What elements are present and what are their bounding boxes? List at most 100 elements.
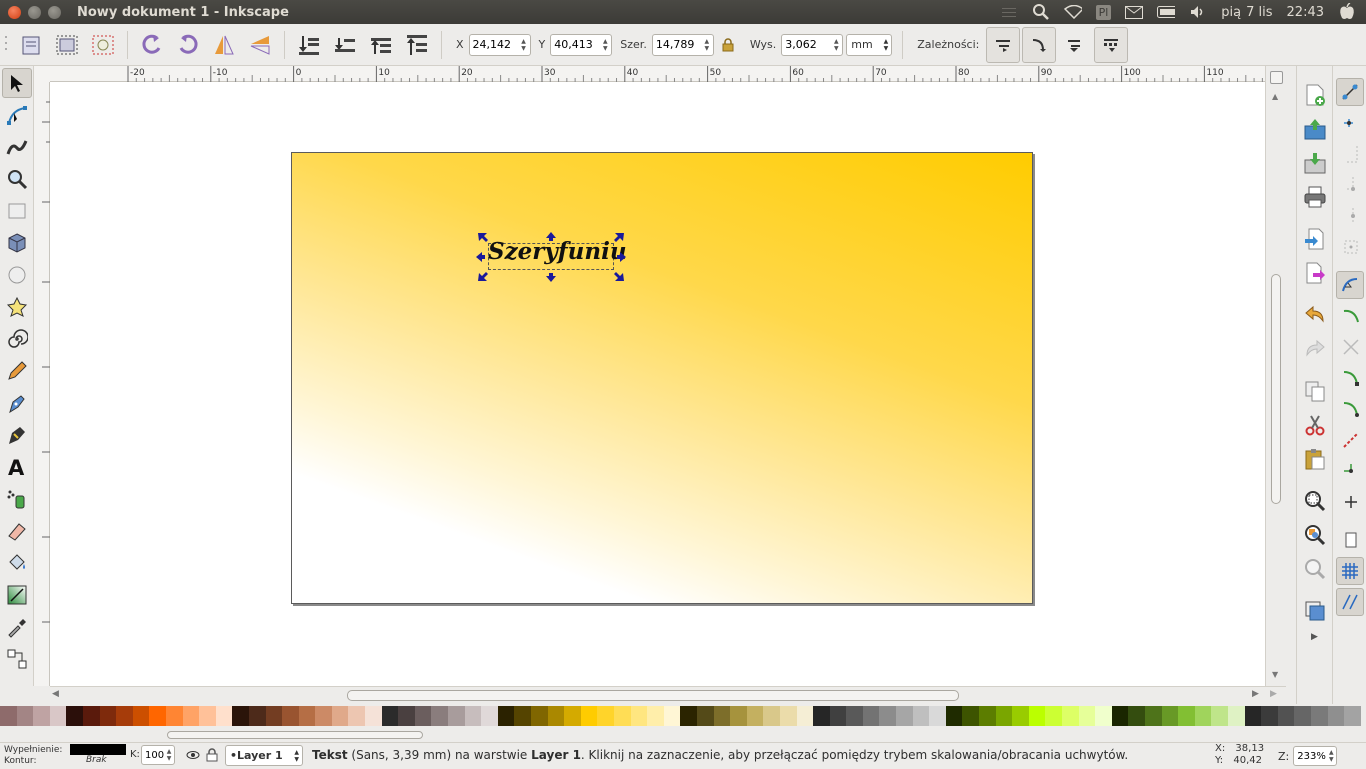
duplicate-icon[interactable] (1300, 376, 1330, 406)
palette-swatch[interactable] (1161, 706, 1179, 726)
palette-swatch[interactable] (99, 706, 117, 726)
transform-patterns-toggle[interactable] (1094, 26, 1129, 63)
snap-bbox-center-icon[interactable] (1336, 233, 1366, 261)
palette-swatch[interactable] (1261, 706, 1278, 726)
palette-swatch[interactable] (945, 706, 963, 726)
stroke-value[interactable]: Brak (86, 755, 107, 765)
eraser-tool[interactable] (2, 516, 32, 546)
rectangle-tool[interactable] (2, 196, 32, 226)
palette-swatch[interactable] (331, 706, 349, 726)
palette-swatch[interactable] (149, 706, 166, 726)
horizontal-ruler[interactable]: -20 -10 0 10 20 30 40 50 60 70 80 90 100 110 (50, 66, 1280, 82)
snap-bbox-midpoint-icon[interactable] (1336, 202, 1366, 230)
scale-stroke-toggle[interactable] (986, 26, 1021, 63)
export-icon[interactable] (1300, 258, 1330, 288)
redo-icon[interactable] (1300, 334, 1330, 364)
palette-swatch[interactable] (796, 706, 814, 726)
palette-swatch[interactable] (232, 706, 249, 726)
vertical-scroll-thumb[interactable] (1271, 274, 1281, 504)
close-window-button[interactable] (8, 5, 21, 19)
palette-swatch[interactable] (647, 706, 664, 726)
flip-horizontal-icon[interactable] (209, 30, 239, 60)
palette-swatch[interactable] (531, 706, 548, 726)
palette-swatch[interactable] (1211, 706, 1228, 726)
palette-swatch[interactable] (315, 706, 332, 726)
palette-swatch[interactable] (116, 706, 133, 726)
undo-icon[interactable] (1300, 300, 1330, 330)
x-spinbox[interactable]: ▲▼ (468, 33, 531, 56)
palette-swatch[interactable] (896, 706, 913, 726)
node-tool[interactable] (2, 100, 32, 130)
connector-tool[interactable] (2, 644, 32, 674)
palette-swatch[interactable] (929, 706, 946, 726)
width-spin-arrows[interactable]: ▲ ▼ (701, 38, 713, 52)
scroll-up-arrow[interactable]: ▲ (1272, 92, 1278, 101)
zoom-corner-button[interactable] (1270, 71, 1283, 84)
palette-swatch[interactable] (713, 706, 731, 726)
palette-swatch[interactable] (547, 706, 565, 726)
text-object-szeryfuniu[interactable]: Szeryfuniu (488, 238, 627, 265)
snap-cusp-nodes-icon[interactable] (1336, 364, 1366, 392)
y-spin-arrows[interactable]: ▲ ▼ (599, 38, 611, 52)
tweak-tool[interactable] (2, 132, 32, 162)
layer-select[interactable]: •Layer 1 ▲ ▼ (225, 745, 303, 766)
horizontal-scroll-thumb[interactable] (347, 690, 959, 701)
unit-select[interactable]: mm ▲ ▼ (846, 33, 893, 56)
dropper-tool[interactable] (2, 612, 32, 642)
palette-swatch[interactable] (481, 706, 498, 726)
vertical-scrollbar[interactable]: ▲ ▼ (1265, 66, 1286, 686)
palette-swatch[interactable] (1144, 706, 1162, 726)
palette-swatch[interactable] (33, 706, 50, 726)
palette-swatch[interactable] (580, 706, 598, 726)
y-spinbox[interactable]: ▲▼ (550, 33, 613, 56)
snap-rotation-center-icon[interactable] (1336, 488, 1366, 516)
snap-grid-icon[interactable] (1336, 557, 1364, 585)
scroll-left-arrow[interactable]: ◀ (52, 689, 59, 699)
grip-handle[interactable] (2, 30, 10, 60)
palette-swatch[interactable] (431, 706, 449, 726)
palette-swatch[interactable] (82, 706, 100, 726)
snap-bbox-edge-icon[interactable] (1336, 140, 1366, 168)
height-spin-arrows[interactable]: ▲ ▼ (830, 38, 842, 52)
pencil-tool[interactable] (2, 356, 32, 386)
palette-swatch[interactable] (414, 706, 432, 726)
palette-scroll-thumb[interactable] (167, 731, 423, 739)
palette-swatch[interactable] (348, 706, 366, 726)
palette-swatch[interactable] (1227, 706, 1245, 726)
more-commands-arrow[interactable]: ▶ (1297, 632, 1332, 642)
rotate-cw-icon[interactable] (173, 30, 203, 60)
raise-icon[interactable] (366, 30, 396, 60)
palette-swatch[interactable] (663, 706, 681, 726)
palette-swatch[interactable] (1310, 706, 1328, 726)
scroll-right-arrow[interactable]: ▶ (1252, 689, 1259, 699)
width-input[interactable] (652, 38, 701, 51)
palette-swatch[interactable] (1277, 706, 1295, 726)
select-all-icon[interactable] (16, 30, 46, 60)
raise-to-top-icon[interactable] (402, 30, 432, 60)
clock-time[interactable]: 22:43 (1287, 5, 1324, 20)
snap-line-midpoints-icon[interactable] (1336, 426, 1366, 454)
palette-swatch[interactable] (514, 706, 531, 726)
palette-swatch[interactable] (497, 706, 515, 726)
scale-corners-toggle[interactable] (1022, 26, 1057, 63)
deselect-icon[interactable] (88, 30, 118, 60)
snap-smooth-nodes-icon[interactable] (1336, 395, 1366, 423)
snap-path-intersection-icon[interactable] (1336, 333, 1366, 361)
width-spinbox[interactable]: ▲▼ (651, 33, 714, 56)
palette-swatch[interactable] (248, 706, 266, 726)
palette-swatch[interactable] (564, 706, 581, 726)
palette-swatch[interactable] (0, 706, 17, 726)
palette-swatch[interactable] (995, 706, 1013, 726)
palette-swatch[interactable] (613, 706, 631, 726)
document-page[interactable] (291, 152, 1033, 604)
ellipse-tool[interactable] (2, 260, 32, 290)
snap-page-border-icon[interactable] (1336, 526, 1366, 554)
palette-swatch[interactable] (398, 706, 415, 726)
battery-icon[interactable] (1157, 5, 1176, 19)
zoom-page-icon[interactable] (1300, 554, 1330, 584)
text-tool[interactable]: A (2, 452, 32, 482)
height-input[interactable] (782, 38, 831, 51)
zoom-tool[interactable] (2, 164, 32, 194)
height-spinbox[interactable]: ▲▼ (781, 33, 844, 56)
cut-icon[interactable] (1300, 410, 1330, 440)
